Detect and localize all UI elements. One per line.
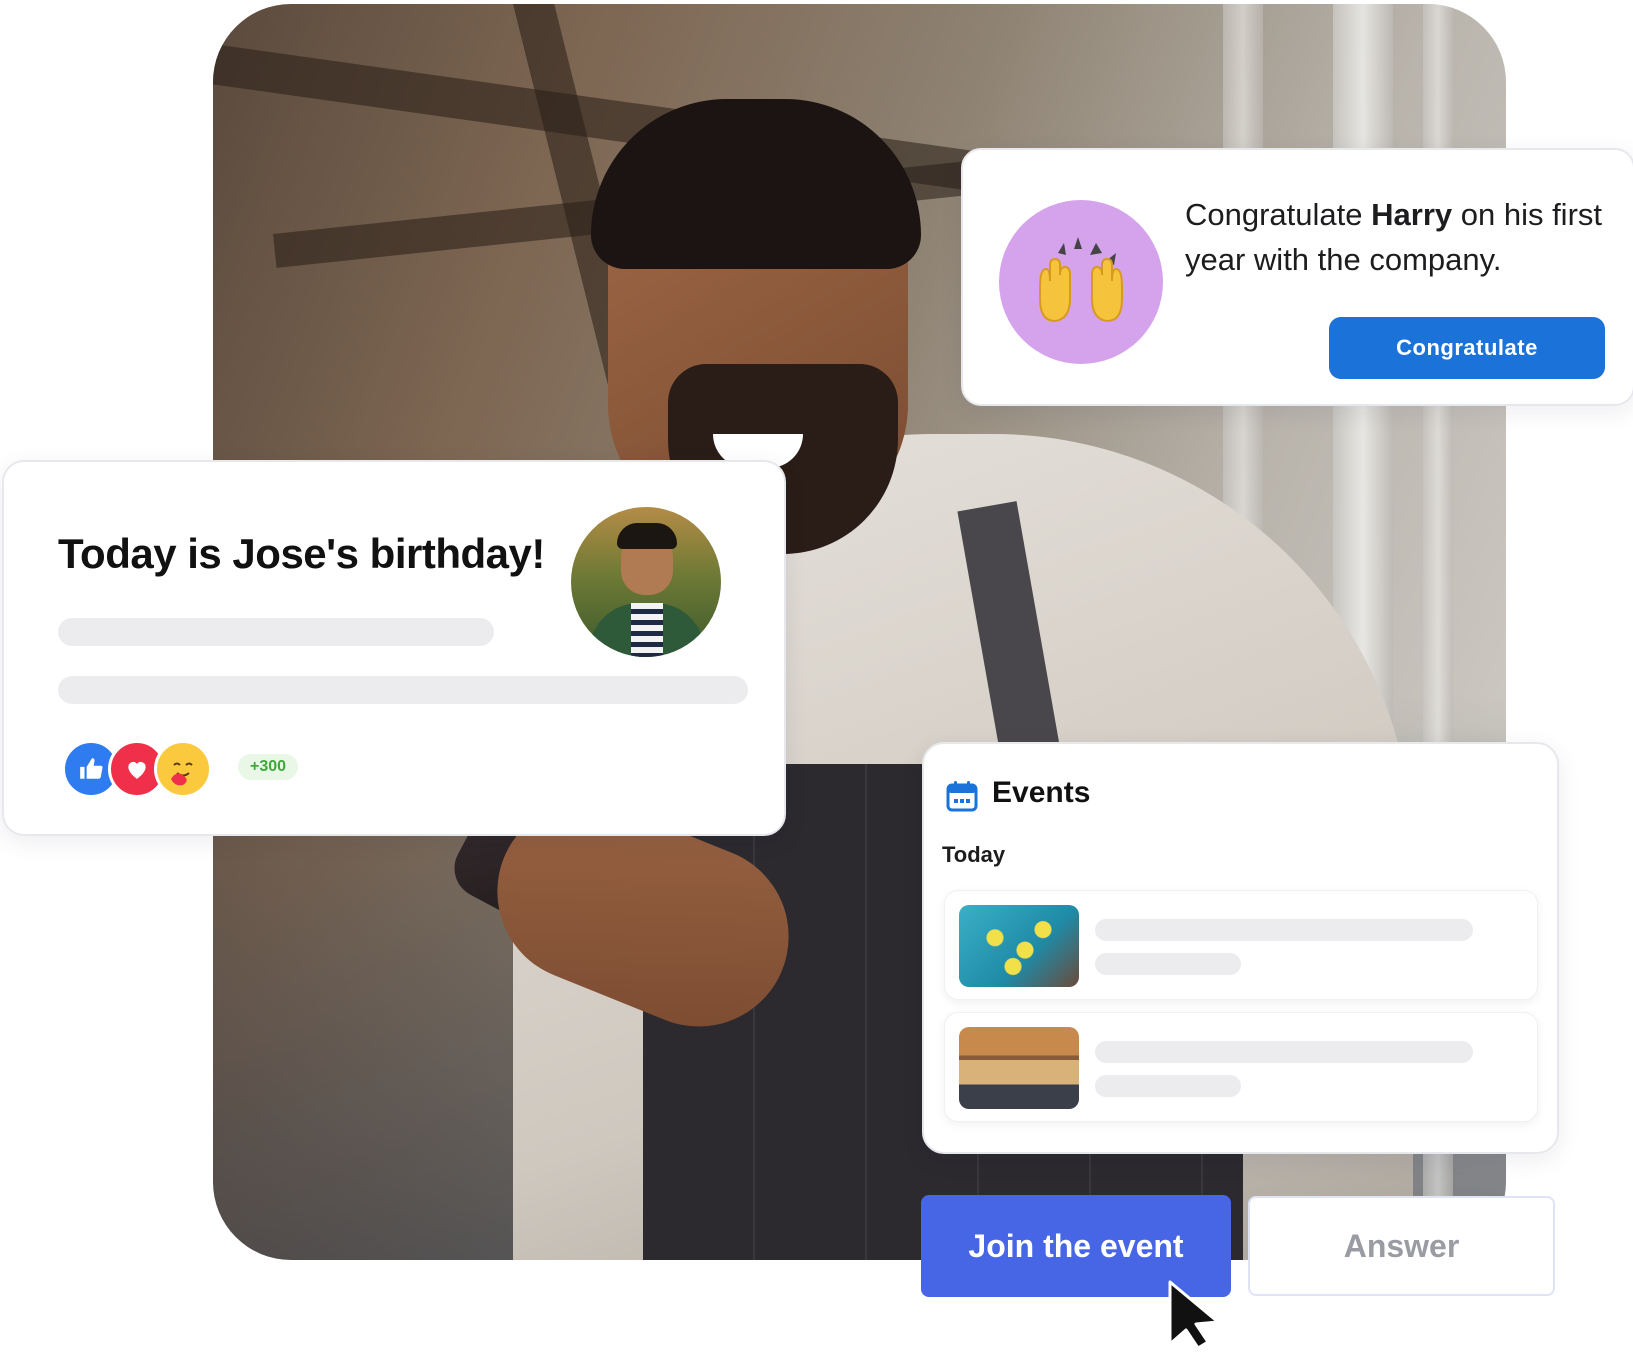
calendar-icon	[946, 781, 978, 812]
reaction-count-badge: +300	[238, 754, 299, 780]
text-placeholder-line	[1095, 953, 1241, 975]
event-thumbnail	[959, 905, 1079, 987]
raised-hands-icon	[1039, 237, 1123, 323]
events-section-label: Today	[942, 842, 1006, 867]
text-placeholder-line	[1095, 1041, 1473, 1063]
reactions[interactable]	[62, 740, 212, 798]
events-card: Events Today	[922, 742, 1559, 1154]
event-list-item[interactable]	[944, 1012, 1538, 1122]
congratulate-message: Congratulate Harry on his first year wit…	[1185, 197, 1603, 277]
congratulate-name: Harry	[1371, 197, 1453, 232]
events-title: Events	[992, 776, 1091, 809]
event-thumbnail	[959, 1027, 1079, 1109]
event-list-item[interactable]	[944, 890, 1538, 1000]
birthday-card: Today is Jose's birthday! +300	[2, 460, 786, 836]
text-placeholder-line	[1095, 1075, 1241, 1097]
text-placeholder-line	[58, 618, 494, 646]
mouse-cursor-icon	[1168, 1280, 1220, 1350]
care-icon	[154, 740, 212, 798]
birthday-title: Today is Jose's birthday!	[58, 530, 545, 577]
text-placeholder-line	[1095, 919, 1473, 941]
congratulate-card: Congratulate Harry on his first year wit…	[961, 148, 1633, 406]
congratulate-button[interactable]: Congratulate	[1329, 317, 1605, 379]
text-placeholder-line	[58, 676, 748, 704]
answer-button[interactable]: Answer	[1248, 1196, 1555, 1296]
raised-hands-icon	[999, 200, 1163, 364]
avatar	[568, 504, 724, 660]
